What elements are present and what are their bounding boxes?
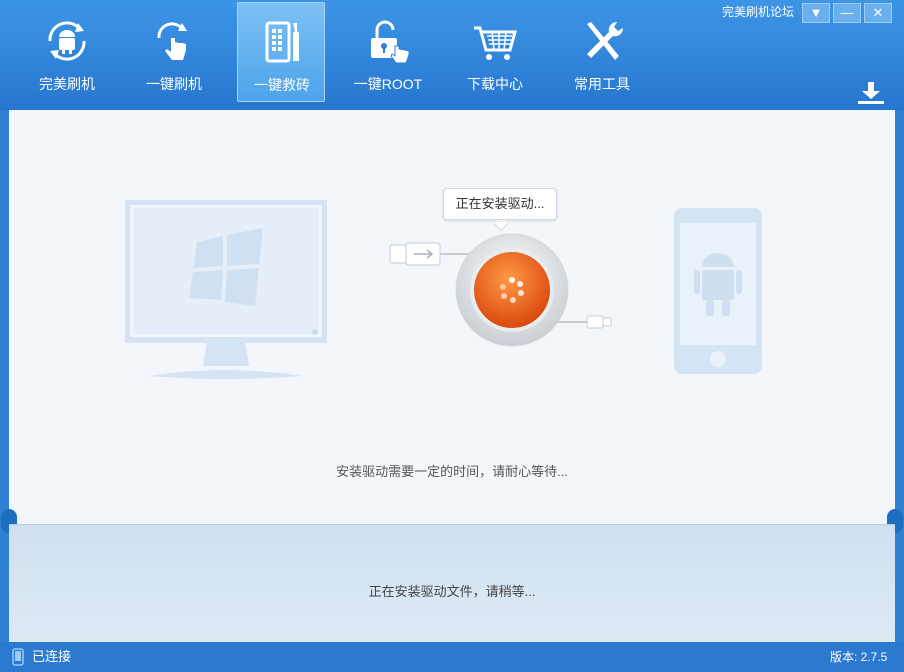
- android-refresh-icon: [48, 21, 86, 61]
- tools-icon: [587, 21, 624, 60]
- nav-label: 一键救砖: [254, 77, 310, 93]
- unlock-icon: [371, 20, 410, 64]
- nav-label: 一键刷机: [146, 76, 202, 92]
- download-icon[interactable]: [855, 80, 887, 106]
- computer-illustration: [125, 200, 327, 379]
- nav-one-click-flash[interactable]: 一键刷机: [130, 2, 218, 102]
- forum-link[interactable]: 完美刷机论坛: [722, 4, 794, 20]
- nav-common-tools[interactable]: 常用工具: [558, 2, 646, 102]
- nav-label: 常用工具: [574, 76, 630, 92]
- progress-panel: 正在安装驱动文件，请稍等...: [9, 524, 895, 642]
- top-toolbar: 完美刷机论坛 ▼ — ✕ 完美刷机 一键刷机 一键救砖 一键ROOT 下载中心 …: [0, 0, 904, 110]
- wait-hint-text: 安装驱动需要一定的时间，请耐心等待...: [336, 464, 568, 479]
- touch-refresh-icon: [157, 22, 187, 60]
- phone-illustration: [674, 208, 762, 374]
- status-bubble: 正在安装驱动...: [443, 188, 557, 220]
- connection-status: 已连接: [32, 649, 72, 664]
- nav-label: 完美刷机: [39, 76, 95, 92]
- nav-perfect-flash[interactable]: 完美刷机: [23, 2, 111, 102]
- minimize-button[interactable]: —: [833, 3, 861, 23]
- menu-button[interactable]: ▼: [802, 3, 830, 23]
- nav-brick-rescue[interactable]: 一键救砖: [237, 2, 325, 102]
- nav-download-center[interactable]: 下载中心: [451, 2, 539, 102]
- nav-label: 下载中心: [467, 76, 523, 92]
- phone-repair-icon: [265, 21, 299, 63]
- progress-status-text: 正在安装驱动文件，请稍等...: [368, 584, 536, 599]
- driver-install-indicator: [389, 233, 612, 347]
- nav-one-click-root[interactable]: 一键ROOT: [344, 2, 432, 102]
- shopping-cart-icon: [474, 26, 517, 60]
- nav-label: 一键ROOT: [353, 76, 423, 92]
- status-bar: 已连接 版本: 2.7.5: [0, 642, 904, 672]
- close-button[interactable]: ✕: [864, 3, 892, 23]
- install-button: [474, 252, 550, 328]
- main-panel: 正在安装驱动... 安装驱动需要一定的时间，请耐心等待...: [9, 110, 895, 524]
- phone-status-icon: [12, 648, 24, 666]
- version-label: 版本: 2.7.5: [830, 650, 888, 664]
